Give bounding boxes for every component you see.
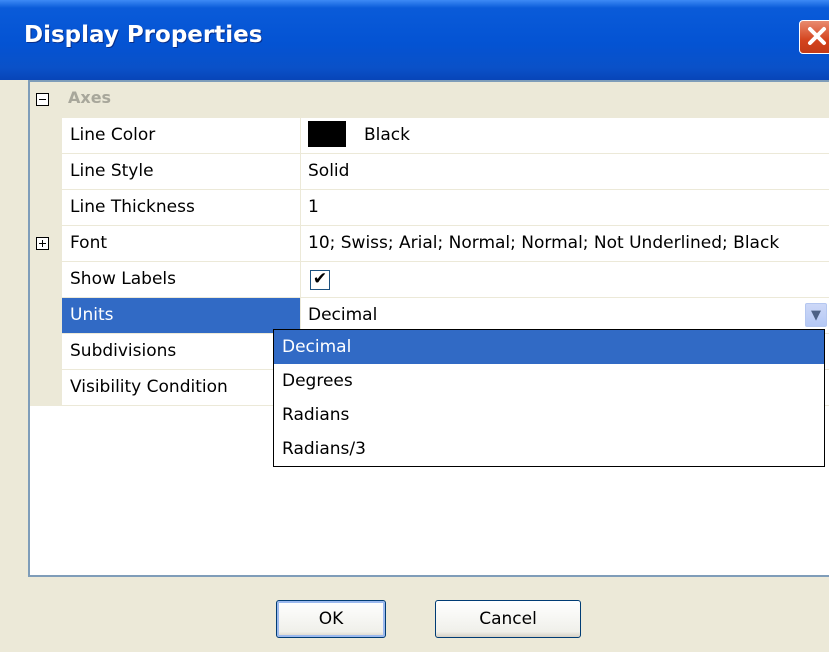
close-button[interactable] bbox=[799, 20, 829, 54]
property-name: Line Style bbox=[62, 154, 301, 190]
plus-box-icon[interactable] bbox=[36, 237, 49, 250]
row-gutter bbox=[30, 370, 62, 406]
units-value: Decimal bbox=[308, 305, 378, 325]
property-line-color[interactable]: Line Color Black bbox=[30, 118, 829, 154]
property-name: Line Thickness bbox=[62, 190, 301, 226]
title-bar[interactable]: Display Properties bbox=[0, 0, 829, 80]
property-line-style[interactable]: Line Style Solid bbox=[30, 154, 829, 190]
units-dropdown-list[interactable]: Decimal Degrees Radians Radians/3 bbox=[273, 329, 825, 467]
option-decimal[interactable]: Decimal bbox=[274, 330, 824, 364]
ok-button[interactable]: OK bbox=[276, 600, 386, 638]
property-value[interactable]: Solid bbox=[301, 154, 829, 190]
property-name: Font bbox=[62, 226, 301, 262]
show-labels-checkbox[interactable]: ✔ bbox=[310, 270, 330, 290]
row-gutter bbox=[30, 154, 62, 190]
category-axes[interactable]: Axes bbox=[30, 82, 829, 118]
property-value[interactable]: 10; Swiss; Arial; Normal; Normal; Not Un… bbox=[301, 226, 829, 262]
property-name: Line Color bbox=[62, 118, 301, 154]
category-label: Axes bbox=[68, 88, 112, 107]
line-color-value: Black bbox=[364, 125, 410, 145]
window-title: Display Properties bbox=[24, 22, 263, 48]
row-gutter bbox=[30, 334, 62, 370]
property-show-labels[interactable]: Show Labels ✔ bbox=[30, 262, 829, 298]
row-gutter bbox=[30, 118, 62, 154]
property-line-thickness[interactable]: Line Thickness 1 bbox=[30, 190, 829, 226]
option-radians[interactable]: Radians bbox=[274, 398, 824, 432]
option-radians-3[interactable]: Radians/3 bbox=[274, 432, 824, 466]
close-icon bbox=[808, 27, 826, 45]
property-value[interactable]: ✔ bbox=[301, 262, 829, 298]
property-value[interactable]: 1 bbox=[301, 190, 829, 226]
row-gutter bbox=[30, 262, 62, 298]
property-name: Show Labels bbox=[62, 262, 301, 298]
cancel-button[interactable]: Cancel bbox=[435, 600, 581, 638]
row-gutter bbox=[30, 226, 62, 262]
row-gutter bbox=[30, 190, 62, 226]
property-font[interactable]: Font 10; Swiss; Arial; Normal; Normal; N… bbox=[30, 226, 829, 262]
property-name: Units bbox=[62, 298, 301, 334]
property-name: Subdivisions bbox=[62, 334, 301, 370]
property-value[interactable]: Black bbox=[301, 118, 829, 154]
color-swatch bbox=[308, 120, 346, 147]
row-gutter bbox=[30, 298, 62, 334]
property-name: Visibility Condition bbox=[62, 370, 301, 406]
minus-box-icon[interactable] bbox=[36, 93, 49, 106]
option-degrees[interactable]: Degrees bbox=[274, 364, 824, 398]
chevron-down-icon[interactable]: ▼ bbox=[805, 303, 827, 327]
